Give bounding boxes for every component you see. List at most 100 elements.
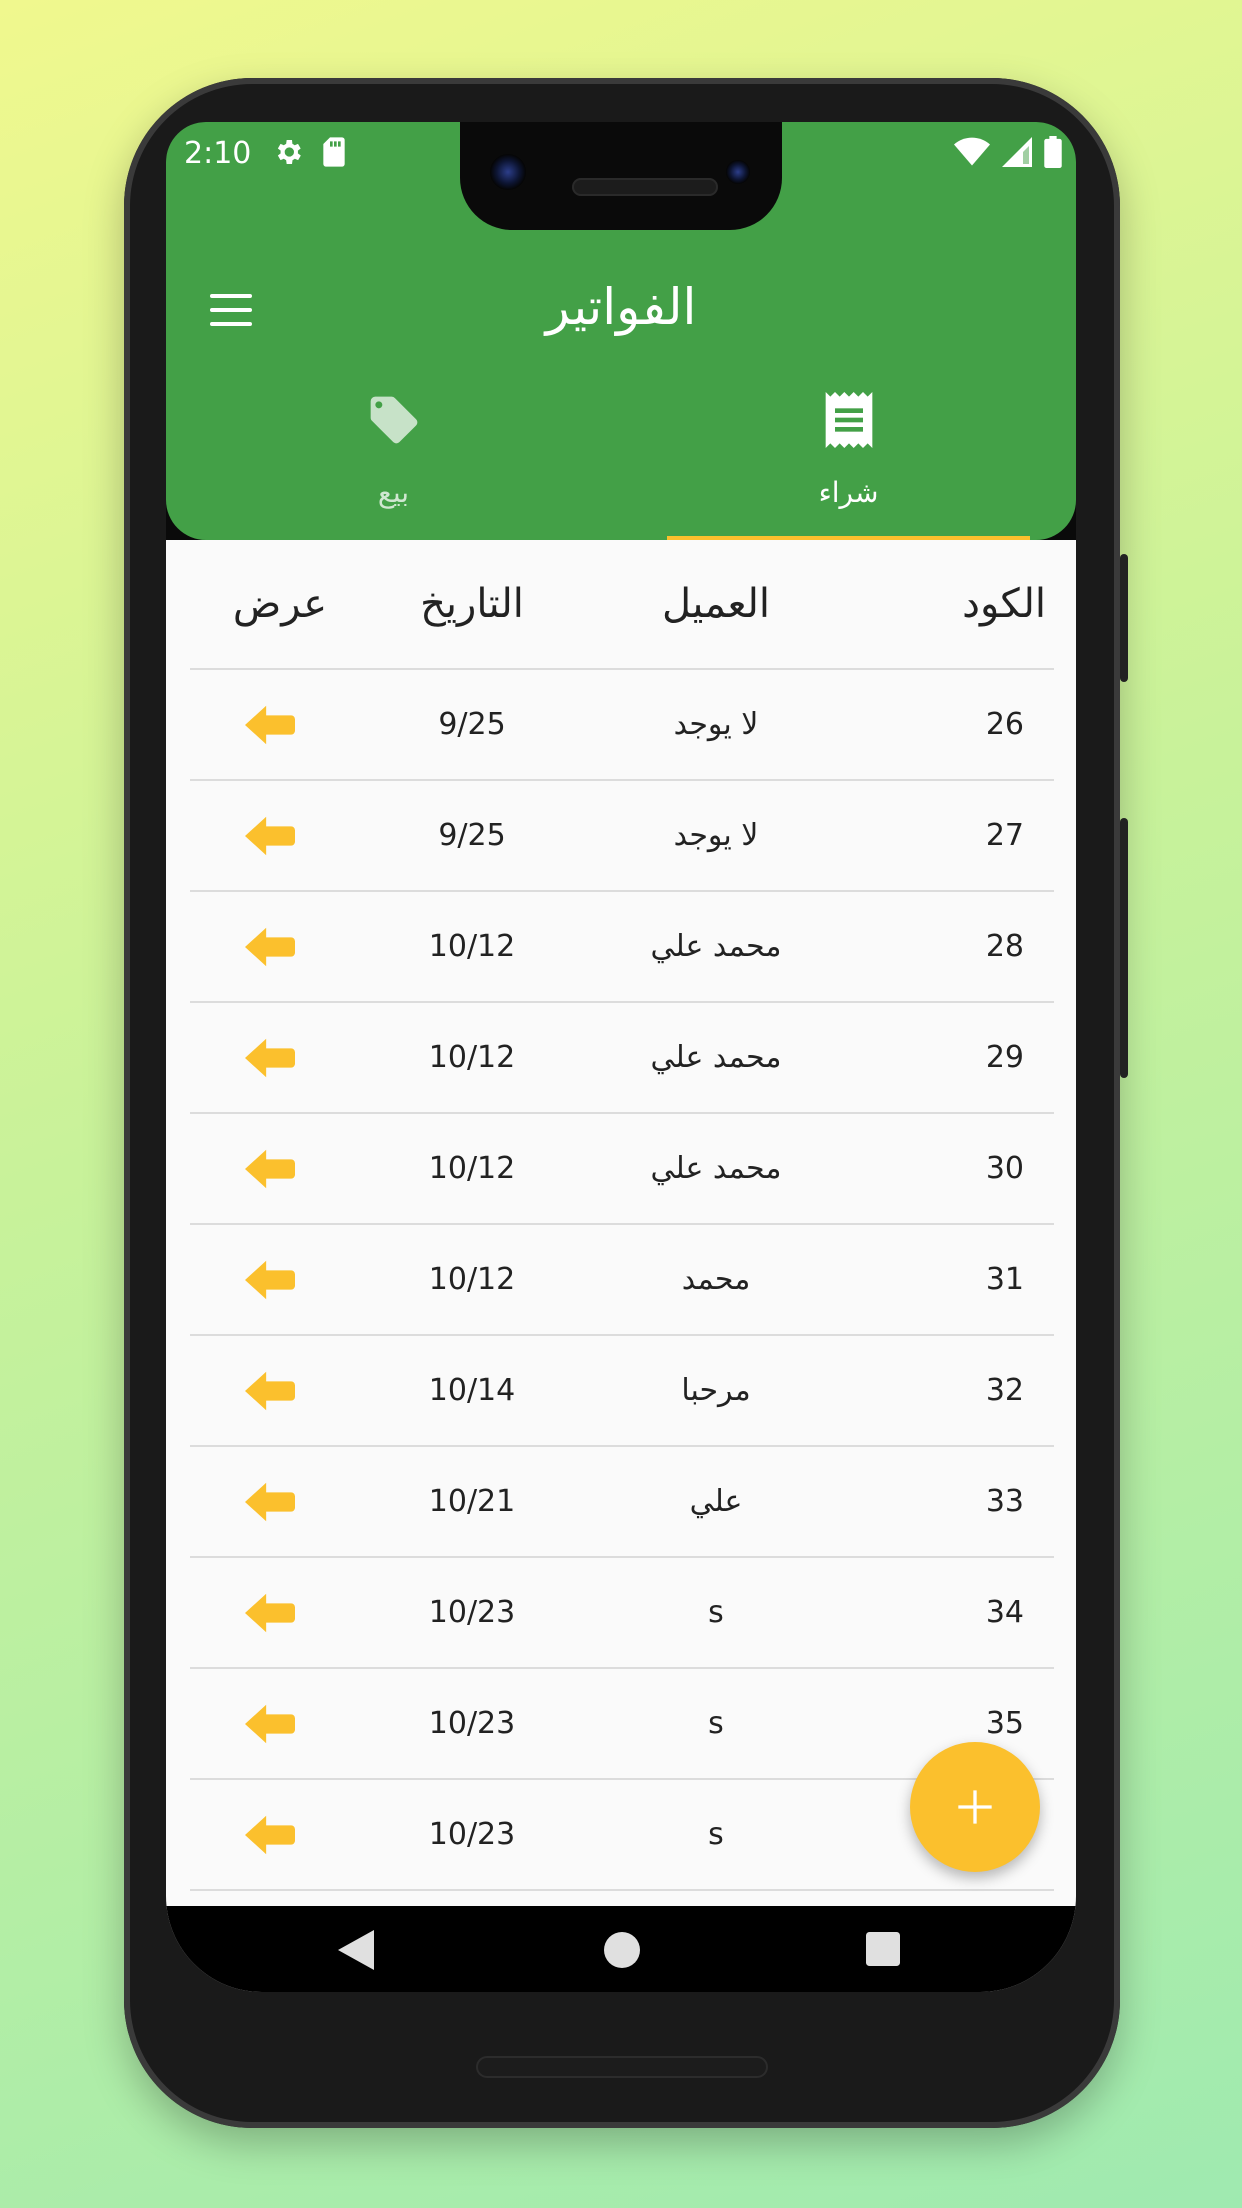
camera-notch <box>460 122 782 230</box>
tag-icon <box>370 396 417 444</box>
table-row[interactable]: 29 محمد علي 10/12 <box>190 1003 1054 1114</box>
cell-date: 10/21 <box>428 1484 516 1519</box>
arrow-left-icon <box>245 705 295 744</box>
header-view: عرض <box>232 581 328 627</box>
status-icons-right <box>954 136 1062 168</box>
table-row[interactable]: 34 s 10/23 <box>190 1558 1054 1669</box>
cell-date: 10/12 <box>428 929 516 964</box>
view-button[interactable] <box>190 1704 350 1744</box>
tab-buy-label: شراء <box>818 476 879 509</box>
cell-code: 34 <box>985 1595 1024 1630</box>
arrow-left-icon <box>245 816 295 855</box>
cell-client: s <box>708 1595 724 1630</box>
speaker-grille <box>476 2056 768 2078</box>
cell-date: 10/23 <box>428 1817 516 1852</box>
table-row[interactable]: 32 مرحبا 10/14 <box>190 1336 1054 1447</box>
view-button[interactable] <box>190 1038 350 1078</box>
page-title: الفواتير <box>545 278 697 336</box>
cell-date: 10/23 <box>428 1706 516 1741</box>
cell-code: 26 <box>985 707 1024 742</box>
plus-icon <box>958 1790 992 1824</box>
arrow-left-icon <box>245 927 295 966</box>
sensor <box>726 160 750 184</box>
cell-code: 31 <box>985 1262 1024 1297</box>
arrow-left-icon <box>245 1371 295 1410</box>
view-button[interactable] <box>190 1815 350 1855</box>
wifi-icon <box>954 137 990 166</box>
view-button[interactable] <box>190 1371 350 1411</box>
power-button <box>1120 554 1128 682</box>
tab-buy[interactable]: شراء <box>621 384 1076 540</box>
cell-date: 9/25 <box>438 818 506 853</box>
cell-client: محمد علي <box>650 1151 782 1186</box>
phone-screen: 2:10 الفواتير بيع شراء الكود العميل التا… <box>166 122 1076 1992</box>
table-row[interactable]: 30 محمد علي 10/12 <box>190 1114 1054 1225</box>
cell-client: محمد علي <box>650 1040 782 1075</box>
cell-code: 35 <box>985 1706 1024 1741</box>
cell-code: 30 <box>985 1151 1024 1186</box>
arrow-left-icon <box>245 1038 295 1077</box>
cell-date: 10/12 <box>428 1040 516 1075</box>
app-bar: 2:10 الفواتير بيع شراء <box>166 122 1076 541</box>
view-button[interactable] <box>190 1149 350 1189</box>
cell-code: 27 <box>985 818 1024 853</box>
settings-icon <box>277 140 301 164</box>
cell-code: 28 <box>985 929 1024 964</box>
add-invoice-button[interactable] <box>910 1742 1040 1872</box>
arrow-left-icon <box>245 1704 295 1743</box>
cell-client: محمد علي <box>650 929 782 964</box>
system-nav-bar <box>166 1906 1076 1992</box>
invoice-table: الكود العميل التاريخ عرض 26 لا يوجد 9/25 27… <box>190 540 1054 1891</box>
cell-client: لا يوجد <box>673 818 759 853</box>
cell-date: 10/23 <box>428 1595 516 1630</box>
front-camera <box>490 154 526 190</box>
cell-client: مرحبا <box>681 1373 751 1408</box>
cell-client: محمد <box>681 1262 751 1297</box>
header-client: العميل <box>661 581 771 627</box>
view-button[interactable] <box>190 1482 350 1522</box>
status-time: 2:10 <box>184 136 252 171</box>
cell-client: علي <box>689 1484 743 1519</box>
view-button[interactable] <box>190 927 350 967</box>
table-row[interactable]: 27 لا يوجد 9/25 <box>190 781 1054 892</box>
cell-date: 10/12 <box>428 1262 516 1297</box>
cell-date: 9/25 <box>438 707 506 742</box>
arrow-left-icon <box>245 1149 295 1188</box>
view-button[interactable] <box>190 1260 350 1300</box>
battery-icon <box>1044 136 1062 168</box>
cell-client: s <box>708 1817 724 1852</box>
back-icon[interactable] <box>338 1930 374 1970</box>
home-icon[interactable] <box>604 1932 640 1968</box>
cell-client: لا يوجد <box>673 707 759 742</box>
view-button[interactable] <box>190 705 350 745</box>
receipt-icon <box>825 392 872 448</box>
cell-date: 10/12 <box>428 1151 516 1186</box>
sd-card-icon <box>323 137 345 167</box>
table-row[interactable]: 26 لا يوجد 9/25 <box>190 670 1054 781</box>
arrow-left-icon <box>245 1482 295 1521</box>
cell-code: 29 <box>985 1040 1024 1075</box>
volume-button <box>1120 818 1128 1078</box>
view-button[interactable] <box>190 816 350 856</box>
table-row[interactable]: 33 علي 10/21 <box>190 1447 1054 1558</box>
cell-client: s <box>708 1706 724 1741</box>
signal-icon <box>1002 137 1032 167</box>
header-code: الكود <box>962 581 1046 627</box>
recents-icon[interactable] <box>866 1932 900 1966</box>
cell-code: 33 <box>985 1484 1024 1519</box>
table-header: الكود العميل التاريخ عرض <box>190 540 1054 670</box>
earpiece <box>572 178 718 196</box>
cell-date: 10/14 <box>428 1373 516 1408</box>
header-date: التاريخ <box>420 581 524 627</box>
table-row[interactable]: 28 محمد علي 10/12 <box>190 892 1054 1003</box>
arrow-left-icon <box>245 1815 295 1854</box>
table-body: 26 لا يوجد 9/25 27 لا يوجد 9/25 28 محمد علي 10/1… <box>190 670 1054 1891</box>
tab-sell-label: بيع <box>377 476 410 509</box>
table-row[interactable]: 31 محمد 10/12 <box>190 1225 1054 1336</box>
status-icons-left <box>272 136 348 168</box>
table-row[interactable]: 35 s 10/23 <box>190 1669 1054 1780</box>
arrow-left-icon <box>245 1260 295 1299</box>
tab-sell[interactable]: بيع <box>166 384 621 540</box>
view-button[interactable] <box>190 1593 350 1633</box>
arrow-left-icon <box>245 1593 295 1632</box>
